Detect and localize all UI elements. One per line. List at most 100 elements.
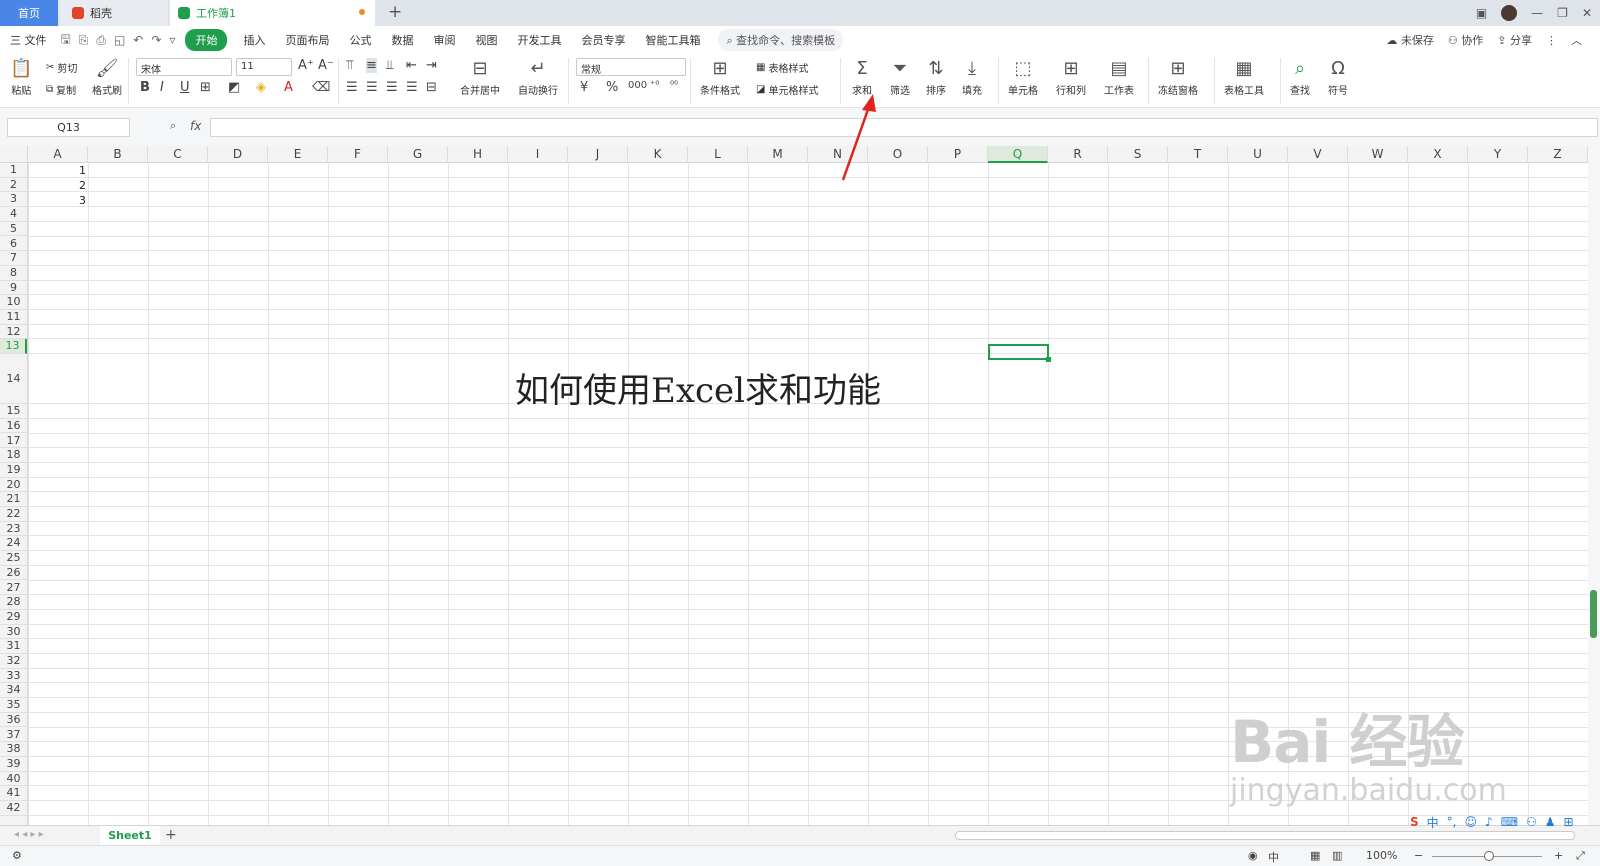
row-header-4[interactable]: 4 xyxy=(0,207,27,222)
conditional-format-button[interactable]: ⊞ 条件格式 xyxy=(700,56,740,97)
column-header-j[interactable]: J xyxy=(568,146,628,163)
unsaved-button[interactable]: ☁ 未保存 xyxy=(1386,32,1434,48)
row-header-34[interactable]: 34 xyxy=(0,683,27,699)
column-header-t[interactable]: T xyxy=(1168,146,1228,163)
menu-item-view[interactable]: 视图 xyxy=(465,32,507,48)
row-header-17[interactable]: 17 xyxy=(0,434,27,449)
command-search[interactable]: ⌕ 查找命令、搜索模板 xyxy=(718,29,844,51)
zoom-level[interactable]: 100% xyxy=(1366,849,1397,862)
percent-icon[interactable]: % xyxy=(606,80,618,95)
cells-button[interactable]: ⬚ 单元格 xyxy=(1008,56,1038,97)
currency-icon[interactable]: ¥ xyxy=(580,80,588,95)
menu-item-review[interactable]: 审阅 xyxy=(423,32,465,48)
column-header-o[interactable]: O xyxy=(868,146,928,163)
punct-icon[interactable]: °, xyxy=(1447,815,1457,829)
row-header-38[interactable]: 38 xyxy=(0,742,27,757)
menu-item-member[interactable]: 会员专享 xyxy=(571,32,635,48)
row-col-button[interactable]: ⊞ 行和列 xyxy=(1056,56,1086,97)
macro-icon[interactable]: ⚙ xyxy=(12,849,22,862)
row-header-23[interactable]: 23 xyxy=(0,522,27,537)
bold-icon[interactable]: B xyxy=(140,80,150,95)
row-header-27[interactable]: 27 xyxy=(0,581,27,596)
cell-a2[interactable]: 2 xyxy=(28,179,86,192)
sogou-icon[interactable]: S xyxy=(1410,815,1419,829)
thousands-icon[interactable]: 000 xyxy=(628,80,647,91)
cut-button[interactable]: ✂ 剪切 xyxy=(46,60,77,75)
align-middle-icon[interactable]: ≡ xyxy=(366,58,377,73)
file-menu[interactable]: 三 文件 xyxy=(0,32,57,48)
column-header-p[interactable]: P xyxy=(928,146,988,163)
menu-item-insert[interactable]: 插入 xyxy=(233,32,275,48)
row-header-10[interactable]: 10 xyxy=(0,295,27,310)
column-header-z[interactable]: Z xyxy=(1528,146,1588,163)
row-header-6[interactable]: 6 xyxy=(0,237,27,252)
fx-button[interactable]: fx xyxy=(190,119,201,133)
row-header-32[interactable]: 32 xyxy=(0,654,27,669)
preview-icon[interactable]: ◱ xyxy=(114,33,125,47)
indent-increase-icon[interactable]: ⇥ xyxy=(426,58,437,73)
column-header-g[interactable]: G xyxy=(388,146,448,163)
row-header-15[interactable]: 15 xyxy=(0,404,27,419)
align-top-icon[interactable]: ⫪ xyxy=(346,58,353,73)
column-header-e[interactable]: E xyxy=(268,146,328,163)
row-header-8[interactable]: 8 xyxy=(0,266,27,281)
filter-button[interactable]: ⏷ 筛选 xyxy=(890,56,910,97)
row-header-12[interactable]: 12 xyxy=(0,325,27,340)
column-header-x[interactable]: X xyxy=(1408,146,1468,163)
eye-protect-icon[interactable]: ◉ xyxy=(1248,849,1258,862)
mic-icon[interactable]: ♪ xyxy=(1485,815,1493,829)
more-icon[interactable]: ⋮ xyxy=(1546,34,1557,47)
cell-a1[interactable]: 1 xyxy=(28,164,86,177)
cell-a3[interactable]: 3 xyxy=(28,194,86,207)
column-header-d[interactable]: D xyxy=(208,146,268,163)
column-header-a[interactable]: A xyxy=(28,146,88,163)
tab-docer[interactable]: 稻壳 xyxy=(60,0,168,26)
column-header-y[interactable]: Y xyxy=(1468,146,1528,163)
justify-icon[interactable]: ☰ xyxy=(406,80,418,95)
row-header-39[interactable]: 39 xyxy=(0,757,27,772)
page-view-icon[interactable]: ▥ xyxy=(1332,849,1342,862)
row-header-41[interactable]: 41 xyxy=(0,786,27,801)
column-header-w[interactable]: W xyxy=(1348,146,1408,163)
row-header-36[interactable]: 36 xyxy=(0,713,27,728)
export-icon[interactable]: ⎘ xyxy=(79,33,89,48)
horizontal-scrollbar[interactable] xyxy=(955,831,1575,840)
column-header-l[interactable]: L xyxy=(688,146,748,163)
font-name-select[interactable]: 宋体 xyxy=(136,58,232,76)
highlight-icon[interactable]: ◈ xyxy=(256,80,266,95)
add-tab-button[interactable]: + xyxy=(388,2,402,22)
borders-icon[interactable]: ⊞ xyxy=(200,80,211,95)
fill-button[interactable]: ⤓ 填充 xyxy=(962,56,982,97)
row-header-21[interactable]: 21 xyxy=(0,492,27,507)
select-all-corner[interactable] xyxy=(0,146,28,163)
row-header-22[interactable]: 22 xyxy=(0,507,27,522)
row-header-33[interactable]: 33 xyxy=(0,669,27,684)
save-icon[interactable]: 🖫 xyxy=(61,30,71,51)
avatar[interactable] xyxy=(1501,5,1518,21)
name-box[interactable]: Q13 xyxy=(7,118,130,137)
fill-color-icon[interactable]: ◩ xyxy=(228,80,240,95)
tab-home[interactable]: 首页 xyxy=(0,0,58,26)
tab-workbook[interactable]: 工作簿1 xyxy=(170,0,375,26)
decrease-font-icon[interactable]: A⁻ xyxy=(318,58,334,73)
sort-button[interactable]: ⇅ 排序 xyxy=(926,56,946,97)
column-header-u[interactable]: U xyxy=(1228,146,1288,163)
column-header-r[interactable]: R xyxy=(1048,146,1108,163)
row-header-37[interactable]: 37 xyxy=(0,728,27,743)
row-header-31[interactable]: 31 xyxy=(0,639,27,654)
zoom-slider-knob[interactable] xyxy=(1484,851,1494,861)
formula-input[interactable] xyxy=(210,118,1598,137)
row-header-24[interactable]: 24 xyxy=(0,536,27,552)
row-header-18[interactable]: 18 xyxy=(0,448,27,463)
restore-icon[interactable]: ❐ xyxy=(1557,6,1568,20)
worksheet-button[interactable]: ▤ 工作表 xyxy=(1104,56,1134,97)
align-left-icon[interactable]: ☰ xyxy=(346,80,358,95)
zoom-formula-icon[interactable]: ⌕ xyxy=(170,119,176,133)
distribute-icon[interactable]: ⊟ xyxy=(426,80,437,95)
layout-icon[interactable]: ▣ xyxy=(1476,6,1487,20)
menu-item-start[interactable]: 开始 xyxy=(185,29,228,51)
row-header-26[interactable]: 26 xyxy=(0,566,27,581)
row-header-3[interactable]: 3 xyxy=(0,192,27,208)
ime-status[interactable]: 中 xyxy=(1268,849,1279,865)
table-tools-button[interactable]: ▦ 表格工具 xyxy=(1224,56,1264,97)
